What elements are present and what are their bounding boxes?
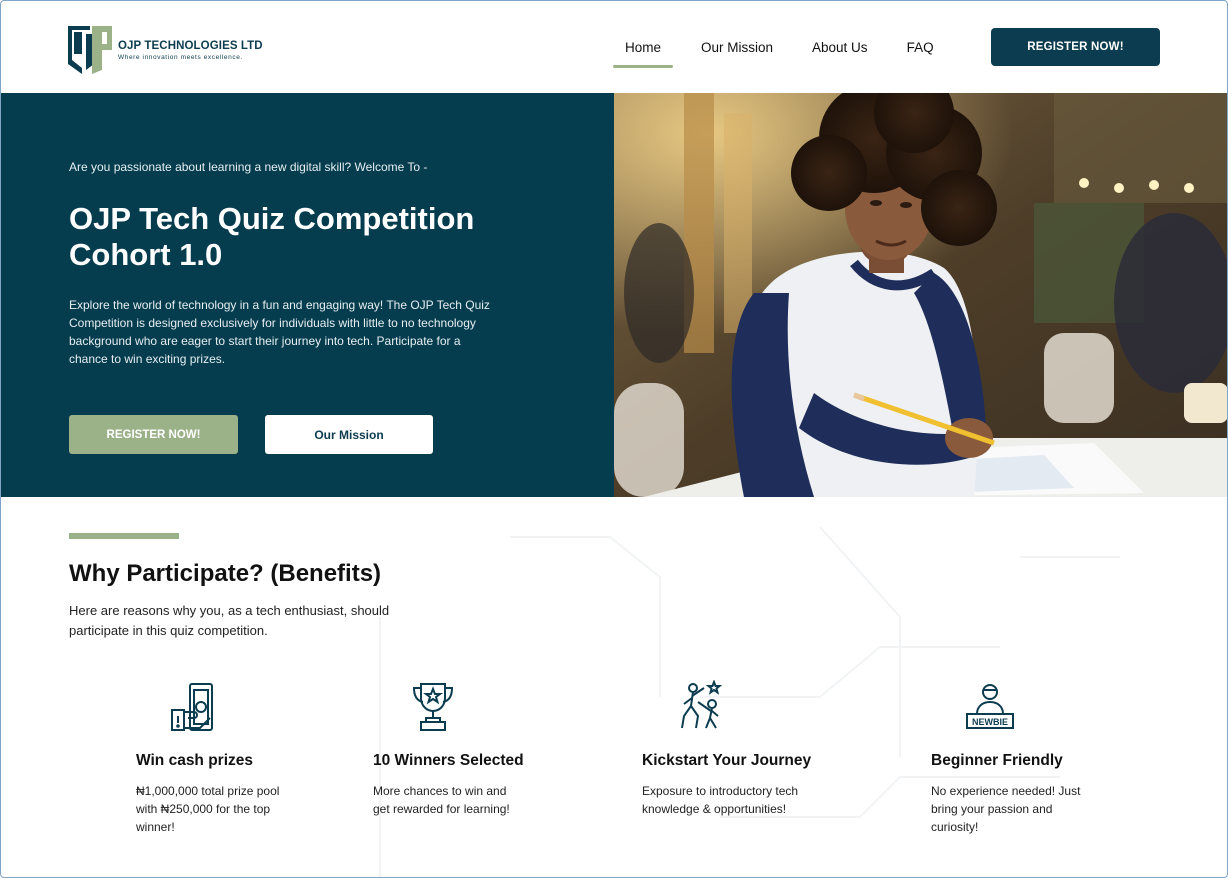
hero-our-mission-button[interactable]: Our Mission [265,415,433,454]
climbing-people-icon [681,680,723,729]
site-header: OJP TECHNOLOGIES LTD Where innovation me… [0,0,1228,93]
main-nav: Home Our Mission About Us FAQ [612,40,934,68]
nav-faq[interactable]: FAQ [907,40,934,64]
benefit-title: Beginner Friendly [931,752,1063,769]
brand-tagline: Where innovation meets excellence. [118,53,243,61]
benefit-title: Kickstart Your Journey [642,752,812,769]
hero-register-button[interactable]: REGISTER NOW! [69,415,238,454]
benefit-card-beginner: NEWBIE Beginner Friendly No experience n… [931,680,1080,834]
hero-eyebrow: Are you passionate about learning a new … [69,160,428,174]
newbie-icon: NEWBIE [966,684,1014,729]
benefit-description: More chances to win and get rewarded for… [373,784,510,816]
header-register-button[interactable]: REGISTER NOW! [991,28,1160,66]
hero-image [614,93,1228,497]
benefit-description: Exposure to introductory tech knowledge … [642,784,799,816]
benefits-subtitle: Here are reasons why you, as a tech enth… [69,603,390,638]
benefit-title: Win cash prizes [136,752,254,769]
nav-our-mission[interactable]: Our Mission [701,40,773,64]
ojp-logo-icon [68,26,112,74]
nav-about-us[interactable]: About Us [812,40,868,64]
benefit-card-cash-prizes: Win cash prizes ₦1,000,000 total prize p… [136,680,279,834]
active-nav-indicator [613,65,674,68]
benefit-card-winners: 10 Winners Selected More chances to win … [373,680,524,816]
svg-text:NEWBIE: NEWBIE [972,717,1008,727]
hero-title-line-1: OJP Tech Quiz Competition [69,201,475,236]
brand-name: OJP TECHNOLOGIES LTD [118,39,263,52]
section-accent-bar [69,533,179,539]
benefit-description: ₦1,000,000 total prize pool with ₦250,00… [136,784,280,834]
benefit-title: 10 Winners Selected [373,752,524,769]
cash-prize-icon [171,683,213,731]
student-writing-illustration [614,93,1228,497]
trophy-icon [412,683,454,731]
hero-title: OJP Tech Quiz Competition Cohort 1.0 [69,201,589,273]
nav-home-label: Home [625,40,662,55]
benefit-card-journey: Kickstart Your Journey Exposure to intro… [642,680,811,816]
benefit-description: No experience needed! Just bring your pa… [931,784,1081,834]
benefits-title: Why Participate? (Benefits) [69,560,382,587]
brand-logo[interactable]: OJP TECHNOLOGIES LTD Where innovation me… [68,24,263,76]
hero-description: Explore the world of technology in a fun… [69,298,490,366]
nav-home[interactable]: Home [613,40,674,68]
hero-title-line-2: Cohort 1.0 [69,237,223,272]
